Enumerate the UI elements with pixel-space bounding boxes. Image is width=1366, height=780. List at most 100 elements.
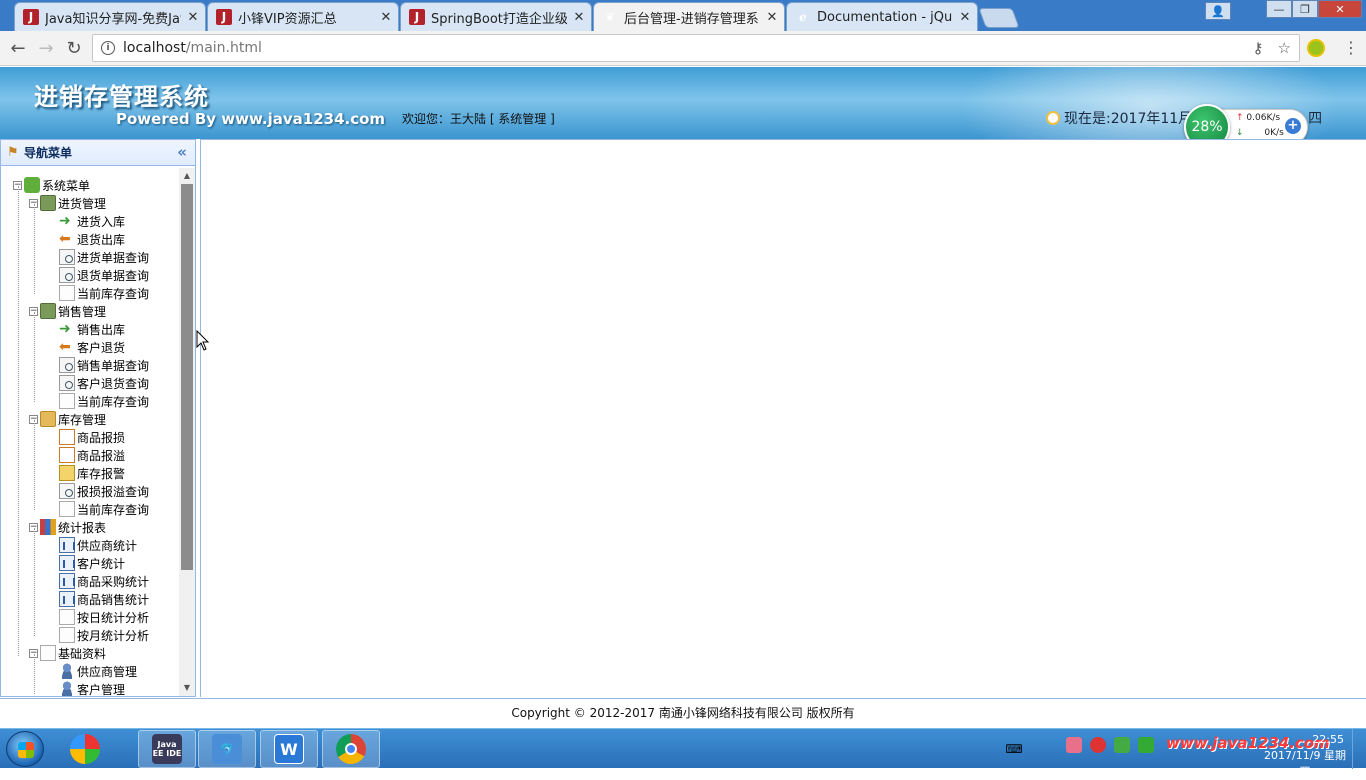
browser-toolbar: ← → ↻ i localhost/main.html ⚷ ☆ ⋮: [0, 31, 1366, 66]
stock-in-icon: ➜: [59, 321, 71, 337]
close-icon[interactable]: ✕: [573, 10, 585, 25]
tree-item[interactable]: 销售单据查询: [59, 356, 149, 374]
document-icon: [59, 393, 75, 409]
tree-item[interactable]: ⬅ 客户退货: [59, 338, 125, 356]
dolphin-icon: 🐬: [212, 734, 242, 764]
url-text: localhost/main.html: [123, 40, 262, 56]
sales-icon: [40, 303, 56, 319]
nav-tree: − 系统菜单 − 进货管理 ➜ 进货入库 ⬅ 退货出库 进货单据查询 退货单据查询 …: [1, 176, 179, 696]
tree-item[interactable]: 供应商统计: [59, 536, 137, 554]
tree-item[interactable]: ➜ 进货入库: [59, 212, 125, 230]
tree-group-purchase[interactable]: − 进货管理: [29, 194, 106, 212]
taskbar-chrome[interactable]: [322, 730, 380, 768]
back-arrow-icon[interactable]: ←: [6, 37, 30, 59]
reload-icon[interactable]: ↻: [62, 37, 86, 59]
tree-item[interactable]: ⬅ 退货出库: [59, 230, 125, 248]
java-logo-icon: J: [23, 9, 39, 25]
minimize-button[interactable]: —: [1266, 0, 1292, 18]
tree-item[interactable]: 当前库存查询: [59, 284, 149, 302]
tree-item[interactable]: 退货单据查询: [59, 266, 149, 284]
tree-item[interactable]: 按月统计分析: [59, 626, 149, 644]
tree-item[interactable]: 库存报警: [59, 464, 125, 482]
scroll-up-icon[interactable]: ▲: [179, 168, 195, 184]
close-icon[interactable]: ✕: [959, 10, 971, 25]
tree-item[interactable]: 进货单据查询: [59, 248, 149, 266]
user-icon: [59, 663, 75, 679]
tab-springboot[interactable]: J SpringBoot打造企业级 ✕: [400, 2, 592, 31]
stock-out-icon: ⬅: [59, 231, 71, 247]
new-tab-button[interactable]: [978, 8, 1020, 28]
close-icon[interactable]: ✕: [380, 10, 392, 25]
alarm-icon: [59, 465, 75, 481]
tray-network-icon[interactable]: [1114, 737, 1130, 753]
app-title: 进销存管理系统: [34, 83, 209, 111]
tree-item[interactable]: 客户退货查询: [59, 374, 149, 392]
search-doc-icon: [59, 267, 75, 283]
start-button[interactable]: [6, 731, 44, 767]
tray-shield-icon[interactable]: [1138, 737, 1154, 753]
tree-item[interactable]: 供应商管理: [59, 662, 137, 680]
daily-analysis-icon: [59, 609, 75, 625]
tab-vip-resources[interactable]: J 小锋VIP资源汇总 ✕: [207, 2, 399, 31]
tree-guide-line: [34, 654, 35, 694]
chrome-icon: [336, 734, 366, 764]
tree-item[interactable]: 商品采购统计: [59, 572, 149, 590]
tab-title: Documentation - jQue: [817, 9, 953, 25]
taskbar-eclipse-javaee[interactable]: Java EE IDE: [138, 730, 196, 768]
taskbar-wps[interactable]: W: [260, 730, 318, 768]
taskbar: Java EE IDE 🐬 W ⌨ www.java1234.com 22:55…: [0, 728, 1366, 778]
nav-scrollbar[interactable]: ▲ ▼: [179, 168, 195, 696]
tree-item[interactable]: 报损报溢查询: [59, 482, 149, 500]
tab-java-knowledge[interactable]: J Java知识分享网-免费Jav ✕: [14, 2, 206, 31]
browser-tab-bar: J Java知识分享网-免费Jav ✕ J 小锋VIP资源汇总 ✕ J Spri…: [0, 0, 1366, 31]
tab-jquery-docs[interactable]: e Documentation - jQue ✕: [786, 2, 978, 31]
menu-dots-icon[interactable]: ⋮: [1343, 37, 1359, 59]
collapse-icon[interactable]: «: [177, 143, 187, 161]
address-bar[interactable]: i localhost/main.html ⚷ ☆: [92, 34, 1300, 62]
document-icon: [59, 285, 75, 301]
window-close-button[interactable]: ✕: [1318, 0, 1362, 18]
tree-item[interactable]: 按日统计分析: [59, 608, 149, 626]
system-tray: [1066, 737, 1154, 753]
tree-group-basic-data[interactable]: − 基础资料: [29, 644, 106, 662]
tree-item[interactable]: 客户统计: [59, 554, 125, 572]
taskbar-clock[interactable]: 22:55 2017/11/9 星期四: [1260, 732, 1350, 780]
plus-icon[interactable]: +: [1285, 118, 1301, 134]
tree-item[interactable]: 客户管理: [59, 680, 125, 696]
app-header: 进销存管理系统 Powered By www.java1234.com 欢迎您：…: [0, 67, 1366, 139]
info-icon[interactable]: i: [101, 41, 115, 55]
clock-icon: [1046, 111, 1060, 125]
close-icon[interactable]: ✕: [187, 10, 199, 25]
tree-item[interactable]: 当前库存查询: [59, 500, 149, 518]
keyboard-icon[interactable]: ⌨: [1004, 730, 1024, 768]
taskbar-dolphin[interactable]: 🐬: [198, 730, 256, 768]
tree-item[interactable]: 商品销售统计: [59, 590, 149, 608]
tree-root[interactable]: − 系统菜单: [13, 176, 90, 194]
tree-group-reports[interactable]: − 统计报表: [29, 518, 106, 536]
search-doc-icon: [59, 483, 75, 499]
tree-item[interactable]: 商品报损: [59, 428, 125, 446]
tab-admin-inventory[interactable]: ❦ 后台管理-进销存管理系 ✕: [593, 2, 785, 31]
download-speed: ↓ 0K/s: [1236, 128, 1284, 138]
scroll-thumb[interactable]: [181, 184, 193, 570]
tree-item[interactable]: 商品报溢: [59, 446, 125, 464]
tree-item[interactable]: 当前库存查询: [59, 392, 149, 410]
search-doc-icon: [59, 375, 75, 391]
tree-group-inventory[interactable]: − 库存管理: [29, 410, 106, 428]
star-icon[interactable]: ☆: [1278, 39, 1291, 57]
tree-group-sales[interactable]: − 销售管理: [29, 302, 106, 320]
show-desktop-button[interactable]: [1352, 729, 1366, 769]
key-icon[interactable]: ⚷: [1253, 39, 1264, 57]
forward-arrow-icon[interactable]: →: [34, 37, 58, 59]
close-icon[interactable]: ✕: [766, 10, 778, 25]
extension-icon[interactable]: [1307, 39, 1325, 57]
scroll-down-icon[interactable]: ▼: [179, 680, 195, 696]
tray-app-icon[interactable]: [1066, 737, 1082, 753]
windows-logo-icon: [18, 742, 34, 758]
basic-data-icon: [40, 645, 56, 661]
taskbar-app-colorful[interactable]: [56, 730, 114, 768]
profile-icon[interactable]: 👤: [1205, 2, 1231, 20]
tree-item[interactable]: ➜ 销售出库: [59, 320, 125, 338]
tray-antivirus-icon[interactable]: [1090, 737, 1106, 753]
maximize-button[interactable]: ❐: [1292, 0, 1318, 18]
